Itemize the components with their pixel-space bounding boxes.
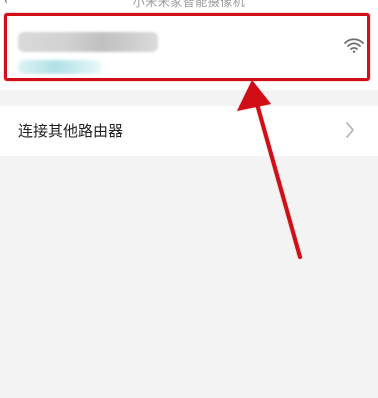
top-bar: ‹ 小米米家智能摄像机 <box>0 0 378 14</box>
page-caption: 小米米家智能摄像机 <box>132 0 246 9</box>
chevron-right-icon <box>346 122 354 138</box>
annotation-highlight-box <box>4 13 370 81</box>
connect-other-router-label: 连接其他路由器 <box>18 122 124 140</box>
connect-other-router-row[interactable]: 连接其他路由器 <box>0 106 378 156</box>
